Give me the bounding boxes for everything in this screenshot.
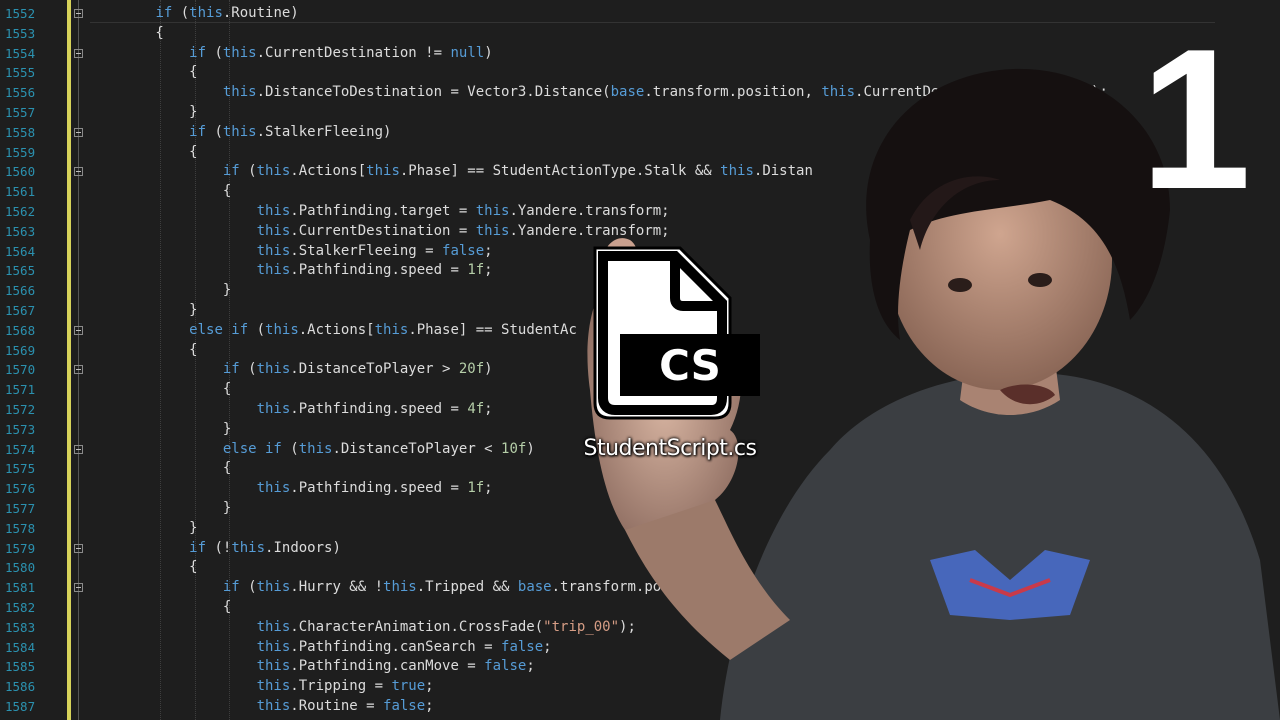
line-number: 1576 — [5, 481, 36, 497]
episode-number: 1 — [1140, 8, 1252, 231]
code-text[interactable]: this.Routine = false; — [88, 697, 434, 717]
code-text[interactable]: } — [88, 103, 197, 123]
line-number: 1581 — [5, 580, 36, 596]
collapse-toggle-icon[interactable] — [74, 365, 83, 375]
line-number: 1570 — [5, 362, 36, 378]
code-text[interactable]: { — [88, 24, 163, 44]
line-number: 1561 — [5, 184, 36, 200]
line-number: 1582 — [5, 600, 36, 615]
code-text[interactable]: this.Pathfinding.speed = 4f; — [88, 400, 493, 420]
line-number: 1568 — [5, 322, 36, 338]
line-number: 1565 — [5, 263, 36, 279]
line-number: 1572 — [5, 402, 36, 417]
line-number: 1569 — [5, 342, 36, 358]
line-number: 1586 — [5, 679, 36, 695]
code-text[interactable]: else if (this.DistanceToPlayer < 10f) — [88, 440, 535, 460]
line-number: 1554 — [5, 45, 36, 61]
code-line[interactable]: 1552 if (this.Routine) — [0, 4, 1280, 24]
line-number: 1578 — [5, 520, 36, 536]
line-number: 1553 — [5, 25, 36, 41]
code-text[interactable]: { — [88, 143, 197, 163]
line-number: 1552 — [5, 6, 36, 21]
code-text[interactable]: { — [88, 341, 197, 361]
code-text[interactable]: if (this.StalkerFleeing) — [88, 123, 391, 143]
code-text[interactable]: } — [88, 301, 197, 321]
file-name-label: StudentScript.cs — [583, 436, 757, 461]
code-text[interactable]: { — [88, 182, 231, 202]
code-text[interactable]: this.Pathfinding.speed = 1f; — [88, 261, 493, 281]
line-number: 1563 — [5, 223, 36, 239]
line-number: 1566 — [5, 283, 36, 299]
line-number: 1583 — [5, 619, 36, 635]
code-text[interactable]: } — [88, 499, 231, 519]
line-number: 1560 — [5, 164, 36, 180]
cs-file-icon: CS — [593, 246, 760, 420]
line-number: 1580 — [5, 560, 36, 576]
line-number: 1585 — [5, 659, 36, 675]
line-number: 1556 — [5, 85, 36, 101]
code-text[interactable]: this.Pathfinding.canSearch = false; — [88, 638, 552, 658]
line-number: 1564 — [5, 243, 36, 259]
code-text[interactable]: this.StalkerFleeing = false; — [88, 242, 493, 262]
collapse-toggle-icon[interactable] — [74, 444, 83, 454]
line-number: 1558 — [5, 124, 36, 140]
line-number: 1559 — [5, 144, 36, 160]
line-number: 1575 — [5, 461, 36, 477]
line-number: 1587 — [5, 699, 36, 714]
code-text[interactable]: { — [88, 380, 231, 400]
code-text[interactable]: { — [88, 558, 197, 578]
code-text[interactable]: this.Tripping = true; — [88, 677, 434, 697]
line-number: 1584 — [5, 639, 36, 655]
line-number: 1567 — [5, 303, 36, 318]
collapse-toggle-icon[interactable] — [74, 543, 83, 553]
file-badge: CS StudentScript.cs — [565, 238, 775, 478]
line-number: 1557 — [5, 105, 36, 120]
code-text[interactable]: if (!this.Indoors) — [88, 539, 341, 559]
code-text[interactable]: } — [88, 420, 231, 440]
code-text[interactable]: { — [88, 598, 231, 618]
line-number: 1574 — [5, 441, 36, 457]
line-number: 1571 — [5, 382, 36, 398]
file-icon-label: CS — [659, 341, 721, 390]
collapse-toggle-icon[interactable] — [74, 325, 83, 335]
line-number: 1573 — [5, 421, 36, 437]
line-number: 1555 — [5, 65, 36, 81]
code-text[interactable]: { — [88, 63, 197, 83]
line-number: 1579 — [5, 540, 36, 556]
code-text[interactable]: } — [88, 281, 231, 301]
collapse-toggle-icon[interactable] — [74, 127, 83, 137]
code-text[interactable]: { — [88, 459, 231, 479]
collapse-toggle-icon[interactable] — [74, 9, 83, 18]
collapse-toggle-icon[interactable] — [74, 167, 83, 177]
collapse-toggle-icon[interactable] — [74, 48, 83, 58]
code-text[interactable]: if (this.DistanceToPlayer > 20f) — [88, 360, 493, 380]
code-text[interactable]: this.Pathfinding.canMove = false; — [88, 657, 535, 677]
code-text[interactable]: this.Pathfinding.speed = 1f; — [88, 479, 493, 499]
code-text[interactable]: if (this.Routine) — [88, 4, 298, 24]
code-text[interactable]: else if (this.Actions[this.Phase] == Stu… — [88, 321, 577, 341]
line-number: 1577 — [5, 501, 36, 516]
collapse-toggle-icon[interactable] — [74, 583, 83, 593]
line-number: 1562 — [5, 204, 36, 219]
code-line[interactable]: 1553 { — [0, 24, 1280, 44]
code-text[interactable]: } — [88, 519, 197, 539]
code-text[interactable]: if (this.CurrentDestination != null) — [88, 44, 492, 64]
